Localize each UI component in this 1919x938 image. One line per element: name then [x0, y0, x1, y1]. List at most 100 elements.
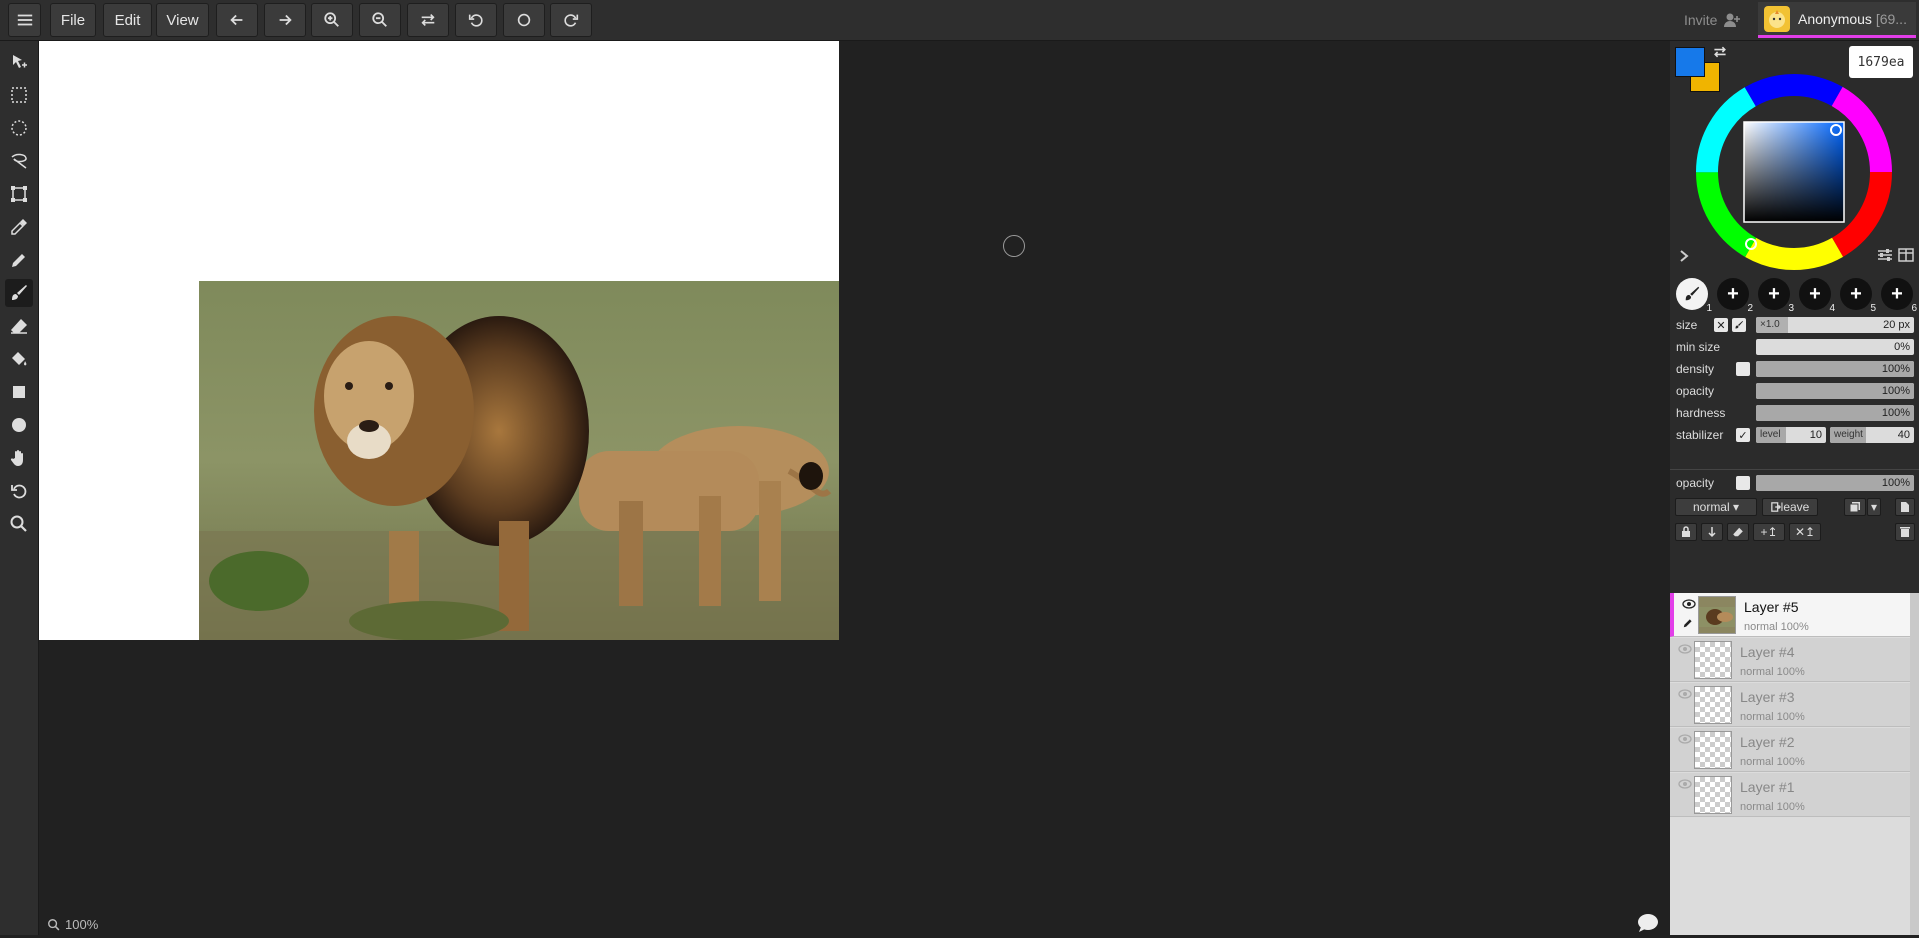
brush-opacity-value: 100% [1881, 385, 1910, 397]
brush-slot-6[interactable]: +6 [1881, 278, 1917, 314]
zoom-in-button[interactable] [311, 3, 353, 37]
ellipse-tool[interactable] [5, 411, 33, 439]
size-pressure-toggle[interactable]: ✕ [1714, 318, 1728, 332]
brush-slot-number: 3 [1788, 303, 1794, 314]
lock-layer-button[interactable] [1675, 523, 1697, 541]
reset-rotation-button[interactable] [503, 3, 545, 37]
layer-menu-dropdown[interactable]: ▾ [1867, 498, 1881, 516]
layout-icon [1898, 248, 1914, 262]
brush-slot-1[interactable]: 1 [1676, 278, 1712, 314]
invite-button[interactable]: Invite [1684, 12, 1741, 28]
stabilizer-checkbox[interactable]: ✓ [1736, 428, 1750, 442]
rotate-left-button[interactable] [455, 3, 497, 37]
blend-mode-select[interactable]: normal ▾ [1675, 498, 1757, 516]
color-settings-button[interactable] [1877, 248, 1893, 267]
arrow-left-icon [230, 14, 243, 26]
file-menu-button[interactable]: File [50, 3, 96, 37]
density-pressure-checkbox[interactable] [1736, 362, 1750, 376]
canvas-area[interactable]: 100% [39, 41, 1670, 935]
size-slider[interactable]: ×1.0 20 px [1756, 317, 1914, 333]
brush-opacity-slider[interactable]: 100% [1756, 383, 1914, 399]
eye-icon[interactable] [1678, 779, 1692, 789]
brush-tool[interactable] [5, 279, 33, 307]
layer-item[interactable]: Layer #5 normal 100% [1670, 593, 1910, 637]
density-slider[interactable]: 100% [1756, 361, 1914, 377]
new-layer-button[interactable] [1895, 498, 1915, 516]
hardness-value: 100% [1881, 407, 1910, 419]
rotate-right-button[interactable] [550, 3, 592, 37]
transform-tool[interactable] [5, 180, 33, 208]
zoom-tool[interactable] [5, 510, 33, 538]
fill-tool[interactable] [5, 345, 33, 373]
size-brush-toggle[interactable] [1732, 318, 1746, 332]
edit-menu-button[interactable]: Edit [103, 3, 152, 37]
eraser-tool[interactable] [5, 312, 33, 340]
stabilizer-level-slider[interactable]: level 10 [1756, 427, 1826, 443]
chat-button[interactable] [1637, 913, 1659, 938]
remove-from-selection-button[interactable]: ✕↥ [1789, 523, 1821, 541]
color-layout-button[interactable] [1898, 248, 1914, 267]
swap-colors-button[interactable] [1712, 44, 1728, 65]
hand-tool[interactable] [5, 444, 33, 472]
eye-icon[interactable] [1678, 644, 1692, 654]
pencil-icon [12, 254, 25, 267]
brush-slot-number: 6 [1911, 303, 1917, 314]
leave-button[interactable]: leave [1762, 498, 1818, 516]
stabilizer-weight-slider[interactable]: weight 40 [1830, 427, 1914, 443]
user-name: Anonymous [69... [1798, 11, 1914, 27]
eye-icon[interactable] [1682, 599, 1696, 609]
layer-opacity-slider[interactable]: 100% [1756, 475, 1914, 491]
brush-slot-5[interactable]: +5 [1840, 278, 1876, 314]
main-menu-button[interactable] [8, 3, 41, 37]
layer-item[interactable]: Layer #2 normal 100% [1670, 728, 1910, 772]
chat-icon [1638, 914, 1658, 932]
layer-item[interactable]: Layer #3 normal 100% [1670, 683, 1910, 727]
brush-slot-number: 5 [1870, 303, 1876, 314]
brush-slot-3[interactable]: +3 [1758, 278, 1794, 314]
layer-name: Layer #2 [1740, 734, 1795, 750]
brush-slot-4[interactable]: +4 [1799, 278, 1835, 314]
hardness-slider[interactable]: 100% [1756, 405, 1914, 421]
eye-icon[interactable] [1678, 734, 1692, 744]
layer-thumbnail [1694, 776, 1732, 814]
rectangle-tool[interactable] [5, 378, 33, 406]
rotate-tool[interactable] [5, 477, 33, 505]
merge-down-button[interactable] [1701, 523, 1723, 541]
layer-item[interactable]: Layer #4 normal 100% [1670, 638, 1910, 682]
clear-layer-button[interactable] [1727, 523, 1749, 541]
layer-item[interactable]: Layer #1 normal 100% [1670, 773, 1910, 817]
color-wheel[interactable] [1696, 74, 1892, 275]
duplicate-layer-button[interactable] [1844, 498, 1866, 516]
invite-label: Invite [1684, 12, 1718, 28]
eyedropper-tool[interactable] [5, 213, 33, 241]
flip-horizontal-button[interactable] [407, 3, 449, 37]
ellipse-select-tool[interactable] [5, 114, 33, 142]
zoom-out-button[interactable] [359, 3, 401, 37]
lasso-tool[interactable] [5, 147, 33, 175]
eye-icon[interactable] [1678, 689, 1692, 699]
layer-opacity-checkbox[interactable] [1736, 476, 1750, 490]
move-tool[interactable] [5, 48, 33, 76]
layer-thumbnail [1694, 686, 1732, 724]
add-to-selection-button[interactable]: +↥ [1753, 523, 1785, 541]
layer-meta: normal 100% [1740, 756, 1805, 768]
size-multiplier: ×1.0 [1760, 319, 1780, 330]
undo-button[interactable] [216, 3, 258, 37]
pen-tool[interactable] [5, 246, 33, 274]
brush-slot-2[interactable]: +2 [1717, 278, 1753, 314]
leave-label: leave [1780, 500, 1810, 514]
user-menu[interactable]: Anonymous [69... [1758, 2, 1916, 38]
primary-color-swatch[interactable] [1675, 47, 1705, 77]
layers-scrollbar[interactable] [1910, 593, 1919, 935]
layer-thumbnail [1694, 731, 1732, 769]
drawing-canvas[interactable] [39, 41, 839, 640]
arrow-right-icon [279, 14, 292, 26]
view-menu-button[interactable]: View [156, 3, 209, 37]
rect-select-tool[interactable] [5, 81, 33, 109]
redo-button[interactable] [264, 3, 306, 37]
layer-name: Layer #1 [1740, 779, 1795, 795]
new-file-icon [1901, 502, 1909, 512]
delete-layer-button[interactable] [1895, 523, 1915, 541]
min-size-slider[interactable]: 0% [1756, 339, 1914, 355]
expand-button[interactable] [1678, 249, 1690, 267]
